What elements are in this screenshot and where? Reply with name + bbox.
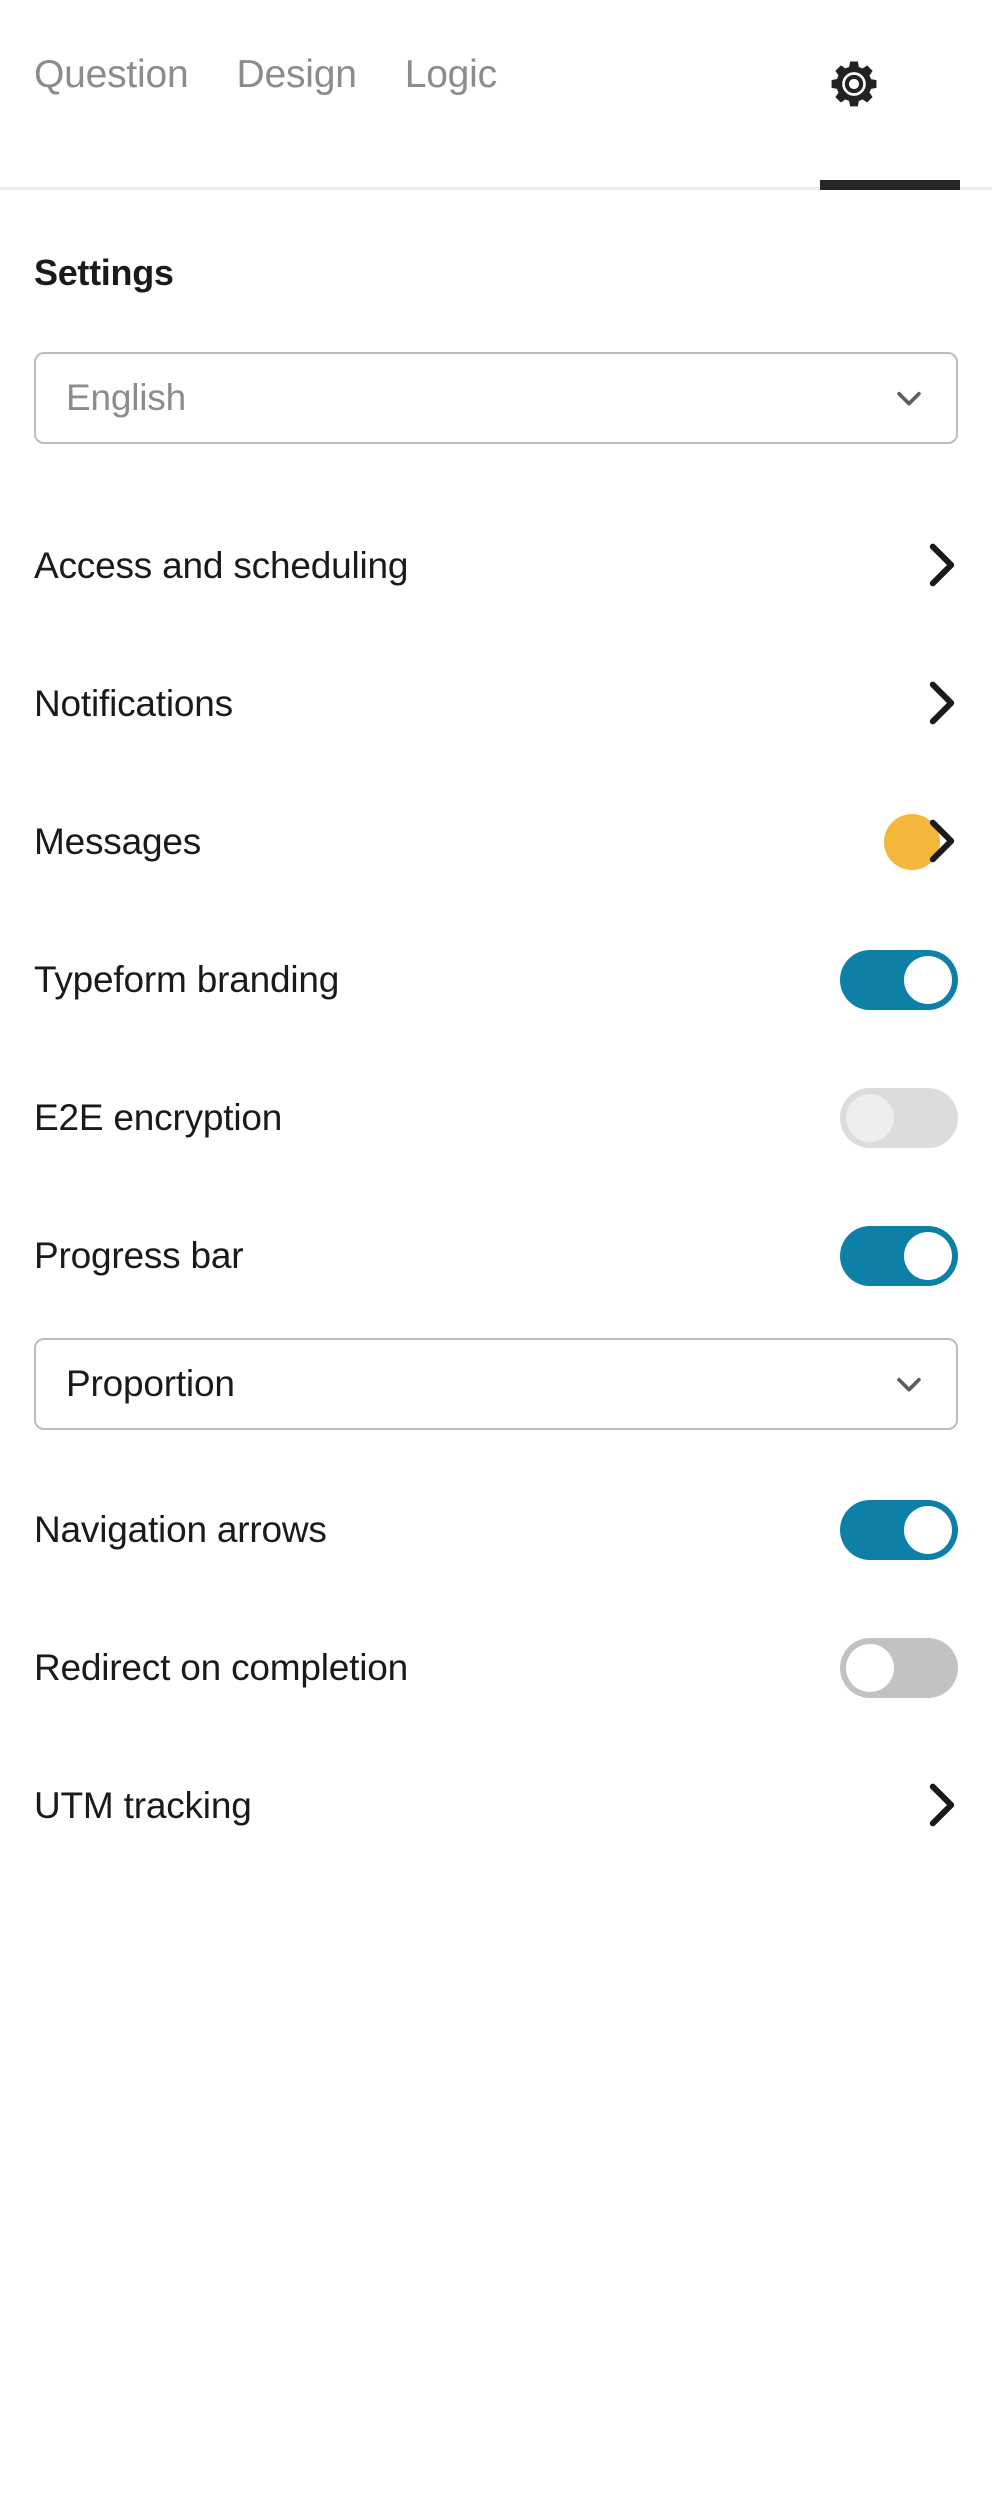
row-label: Messages — [34, 821, 202, 862]
row-typeform-branding[interactable]: Typeform branding — [34, 920, 958, 1040]
chevron-right-icon — [928, 818, 956, 866]
row-label: E2E encryption — [34, 1097, 283, 1138]
row-control — [840, 1480, 958, 1580]
progress-style-select-wrapper: Proportion — [34, 1338, 958, 1430]
row-control — [840, 1206, 958, 1306]
row-label: Typeform branding — [34, 959, 340, 1000]
row-control — [840, 1618, 958, 1718]
row-progress-bar[interactable]: Progress bar — [34, 1196, 958, 1316]
row-label: Navigation arrows — [34, 1509, 327, 1550]
chevron-right-icon — [928, 680, 956, 728]
tab-bar: Question Design Logic — [0, 0, 992, 190]
chevron-down-icon — [892, 381, 926, 415]
toggle-knob — [904, 956, 952, 1004]
row-label: Notifications — [34, 683, 233, 724]
tab-logic[interactable]: Logic — [381, 0, 521, 150]
row-e2e-encryption[interactable]: E2E encryption — [34, 1058, 958, 1178]
row-redirect-on-completion[interactable]: Redirect on completion — [34, 1608, 958, 1728]
row-messages[interactable]: Messages — [34, 782, 958, 902]
language-select[interactable]: English — [34, 352, 958, 444]
toggle-redirect-on-completion[interactable] — [840, 1638, 958, 1698]
settings-panel: Question Design Logic Settings English A… — [0, 0, 992, 2512]
settings-list-bottom: Navigation arrows Redirect on completion… — [0, 1470, 992, 1866]
row-utm-tracking[interactable]: UTM tracking — [34, 1746, 958, 1866]
toggle-knob — [846, 1644, 894, 1692]
row-access-and-scheduling[interactable]: Access and scheduling — [34, 506, 958, 626]
tab-design[interactable]: Design — [213, 0, 381, 150]
toggle-navigation-arrows[interactable] — [840, 1500, 958, 1560]
progress-style-select[interactable]: Proportion — [34, 1338, 958, 1430]
tab-list: Question Design Logic — [0, 0, 521, 150]
toggle-knob — [846, 1094, 894, 1142]
row-control — [858, 792, 958, 892]
row-label: Progress bar — [34, 1235, 244, 1276]
toggle-knob — [904, 1506, 952, 1554]
chevron-down-icon — [892, 1367, 926, 1401]
toggle-e2e-encryption[interactable] — [840, 1088, 958, 1148]
row-control — [858, 1756, 958, 1856]
row-label: Redirect on completion — [34, 1647, 409, 1688]
tab-question[interactable]: Question — [34, 0, 213, 150]
gear-icon — [825, 55, 883, 113]
page-title: Settings — [34, 252, 174, 293]
toggle-knob — [904, 1232, 952, 1280]
row-control — [858, 516, 958, 616]
progress-style-select-value: Proportion — [66, 1363, 235, 1404]
active-tab-indicator — [820, 180, 960, 190]
row-notifications[interactable]: Notifications — [34, 644, 958, 764]
settings-list: Access and scheduling Notifications Mess… — [0, 506, 992, 1316]
row-navigation-arrows[interactable]: Navigation arrows — [34, 1470, 958, 1590]
chevron-right-icon — [928, 542, 956, 590]
tab-settings[interactable] — [822, 52, 886, 116]
language-select-value: English — [66, 377, 186, 418]
row-control — [840, 930, 958, 1030]
row-control — [858, 654, 958, 754]
language-select-wrapper: English — [34, 352, 958, 444]
row-control — [840, 1068, 958, 1168]
row-label: UTM tracking — [34, 1785, 252, 1826]
toggle-typeform-branding[interactable] — [840, 950, 958, 1010]
row-label: Access and scheduling — [34, 545, 409, 586]
chevron-right-icon — [928, 1782, 956, 1830]
toggle-progress-bar[interactable] — [840, 1226, 958, 1286]
